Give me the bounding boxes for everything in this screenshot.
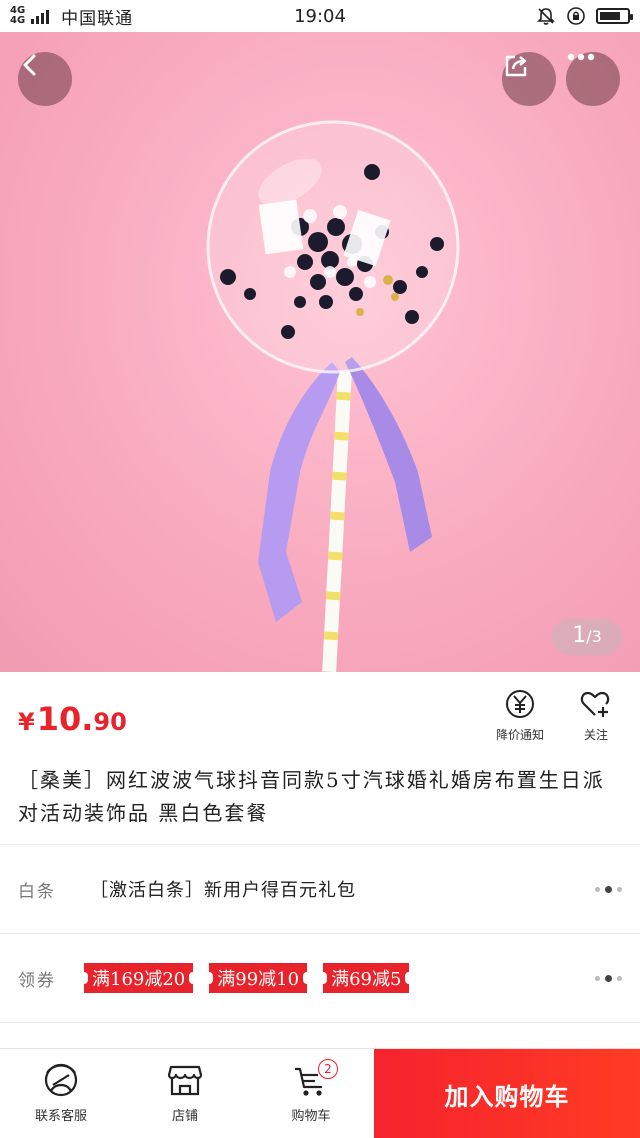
network-indicator: 4G 4G: [10, 6, 25, 26]
more-dots-icon[interactable]: [595, 974, 622, 982]
baitiao-row[interactable]: 白条 ［激活白条］新用户得百元礼包: [0, 845, 640, 933]
product-photo: [206, 120, 460, 672]
baitiao-label: 白条: [18, 881, 56, 902]
customer-service-button[interactable]: 联系客服: [6, 1049, 116, 1138]
price-drop-notify-label: 降价通知: [495, 728, 544, 742]
heart-plus-icon: [580, 691, 610, 717]
coupon-tag[interactable]: 满99减10: [205, 963, 311, 993]
status-bar: 4G 4G 中国联通 19:04: [0, 0, 640, 32]
customer-service-label: 联系客服: [34, 1109, 87, 1124]
price-row: ¥ 10. 90 降价通知 关注: [0, 672, 640, 762]
cart-count-badge: 2: [318, 1059, 338, 1079]
coupon-list: 满169减20 满99减10 满69减5: [79, 963, 414, 993]
pager-current: 1: [572, 623, 587, 648]
status-right: [536, 6, 633, 26]
price-symbol: ¥: [18, 708, 35, 736]
product-image-gallery[interactable]: 1 /3: [0, 32, 640, 672]
shop-icon: [167, 1065, 203, 1096]
mute-bell-icon: [537, 8, 555, 25]
share-button[interactable]: [502, 52, 556, 106]
bottom-action-bar: 联系客服 店铺 2 购物车 加入购物车: [0, 1048, 640, 1138]
follow-button[interactable]: 关注: [556, 688, 636, 743]
rotation-lock-icon: [567, 7, 585, 25]
coupon-label: 领券: [18, 970, 56, 991]
back-button[interactable]: [18, 52, 72, 106]
product-price: ¥ 10. 90: [18, 700, 127, 738]
coupon-tag[interactable]: 满169减20: [79, 963, 198, 993]
product-title: ［桑美］网红波波气球抖音同款5寸汽球婚礼婚房布置生日派对活动装饰品 黑白色套餐: [18, 768, 605, 825]
yen-circle-icon: [506, 690, 534, 718]
price-decimal: 90: [93, 708, 127, 736]
coupon-row[interactable]: 领券 满169减20 满99减10 满69减5: [0, 934, 640, 1022]
status-left: 4G 4G 中国联通: [10, 4, 250, 29]
coupon-tag[interactable]: 满69减5: [319, 963, 414, 993]
share-icon: [505, 55, 527, 77]
image-pager: 1 /3: [552, 619, 622, 655]
more-dots-icon: [567, 53, 595, 61]
divider: [0, 1022, 640, 1023]
shop-label: 店铺: [171, 1109, 198, 1124]
network-type-2: 4G: [10, 15, 26, 26]
follow-label: 关注: [583, 728, 608, 742]
signal-icon: [31, 8, 50, 24]
more-button[interactable]: [566, 52, 620, 106]
pager-total: /3: [586, 627, 602, 646]
price-drop-notify-button[interactable]: 降价通知: [480, 688, 560, 743]
shop-button[interactable]: 店铺: [130, 1049, 240, 1138]
chevron-left-icon: [23, 54, 36, 76]
price-integer: 10.: [36, 700, 94, 738]
carrier-name: 中国联通: [61, 8, 134, 29]
customer-service-icon: [44, 1063, 78, 1097]
more-dots-icon[interactable]: [595, 885, 622, 893]
baitiao-promo-text: ［激活白条］新用户得百元礼包: [90, 880, 356, 901]
cart-button[interactable]: 2 购物车: [256, 1049, 366, 1138]
cart-label: 购物车: [291, 1109, 331, 1124]
battery-icon: [596, 8, 633, 24]
add-to-cart-button[interactable]: 加入购物车: [374, 1049, 640, 1138]
